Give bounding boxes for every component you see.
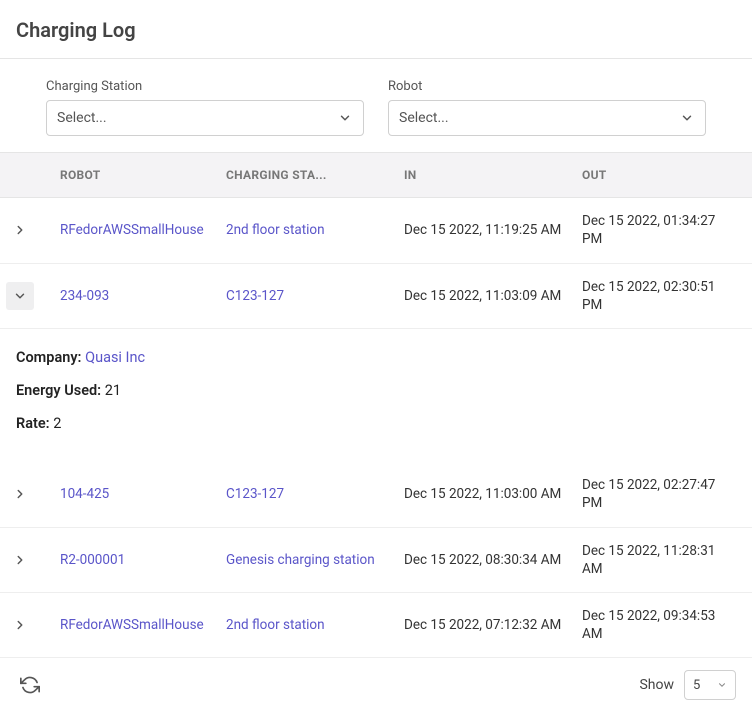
station-link[interactable]: C123-127 xyxy=(226,486,284,502)
detail-rate-value: 2 xyxy=(53,415,61,432)
in-time: Dec 15 2022, 11:03:00 AM xyxy=(396,471,574,517)
filter-robot-label: Robot xyxy=(388,79,706,94)
table-row: 104-425 C123-127 Dec 15 2022, 11:03:00 A… xyxy=(0,462,752,527)
detail-company-link[interactable]: Quasi Inc xyxy=(85,349,145,366)
filter-station-placeholder: Select... xyxy=(57,110,107,126)
detail-rate-label: Rate: xyxy=(16,415,50,432)
expand-row-button[interactable] xyxy=(6,546,34,574)
page-size-select[interactable]: 5 xyxy=(684,670,736,700)
filter-robot-select[interactable]: Select... xyxy=(388,100,706,136)
robot-link[interactable]: 234-093 xyxy=(60,288,109,304)
out-time: Dec 15 2022, 01:34:27 PM xyxy=(574,198,740,262)
filter-robot-placeholder: Select... xyxy=(399,110,449,126)
detail-energy-label: Energy Used: xyxy=(16,382,101,399)
row-detail: Company: Quasi Inc Energy Used: 21 Rate:… xyxy=(0,329,752,462)
table-header: ROBOT CHARGING STA... IN OUT xyxy=(0,152,752,198)
filter-robot: Robot Select... xyxy=(388,79,706,136)
table-row: 234-093 C123-127 Dec 15 2022, 11:03:09 A… xyxy=(0,264,752,329)
filter-station-select[interactable]: Select... xyxy=(46,100,364,136)
chevron-down-icon xyxy=(337,110,353,126)
table-row: RFedorAWSSmallHouse 2nd floor station De… xyxy=(0,198,752,263)
detail-energy-value: 21 xyxy=(105,382,121,399)
out-time: Dec 15 2022, 02:27:47 PM xyxy=(574,462,740,526)
station-link[interactable]: C123-127 xyxy=(226,288,284,304)
in-time: Dec 15 2022, 11:03:09 AM xyxy=(396,273,574,319)
station-link[interactable]: 2nd floor station xyxy=(226,222,325,238)
out-time: Dec 15 2022, 02:30:51 PM xyxy=(574,264,740,328)
pagination: Show 5 xyxy=(639,670,736,700)
col-station-header: CHARGING STA... xyxy=(218,153,396,197)
robot-link[interactable]: RFedorAWSSmallHouse xyxy=(60,617,204,633)
page-size-value: 5 xyxy=(693,678,700,693)
robot-link[interactable]: R2-000001 xyxy=(60,552,125,568)
robot-link[interactable]: RFedorAWSSmallHouse xyxy=(60,222,204,238)
expand-row-button[interactable] xyxy=(6,216,34,244)
filter-station: Charging Station Select... xyxy=(46,79,364,136)
filter-station-label: Charging Station xyxy=(46,79,364,94)
col-in-header: IN xyxy=(396,153,574,197)
table-footer: Show 5 xyxy=(0,658,752,714)
robot-link[interactable]: 104-425 xyxy=(60,486,109,502)
in-time: Dec 15 2022, 08:30:34 AM xyxy=(396,537,574,583)
out-time: Dec 15 2022, 11:28:31 AM xyxy=(574,528,740,592)
detail-company-label: Company: xyxy=(16,349,81,366)
table-row: R2-000001 Genesis charging station Dec 1… xyxy=(0,528,752,593)
page-title: Charging Log xyxy=(16,18,736,42)
out-time: Dec 15 2022, 09:34:53 AM xyxy=(574,593,740,657)
chevron-down-icon xyxy=(679,110,695,126)
show-label: Show xyxy=(639,677,674,693)
expand-row-button[interactable] xyxy=(6,480,34,508)
col-out-header: OUT xyxy=(574,153,740,197)
expand-row-button[interactable] xyxy=(6,611,34,639)
station-link[interactable]: Genesis charging station xyxy=(226,552,375,568)
log-table: ROBOT CHARGING STA... IN OUT RFedorAWSSm… xyxy=(0,152,752,658)
expand-row-button[interactable] xyxy=(6,282,34,310)
station-link[interactable]: 2nd floor station xyxy=(226,617,325,633)
refresh-button[interactable] xyxy=(16,671,44,699)
col-robot-header: ROBOT xyxy=(40,153,218,197)
in-time: Dec 15 2022, 07:12:32 AM xyxy=(396,602,574,648)
in-time: Dec 15 2022, 11:19:25 AM xyxy=(396,207,574,253)
table-row: RFedorAWSSmallHouse 2nd floor station De… xyxy=(0,593,752,658)
filters-row: Charging Station Select... Robot Select.… xyxy=(0,59,752,152)
